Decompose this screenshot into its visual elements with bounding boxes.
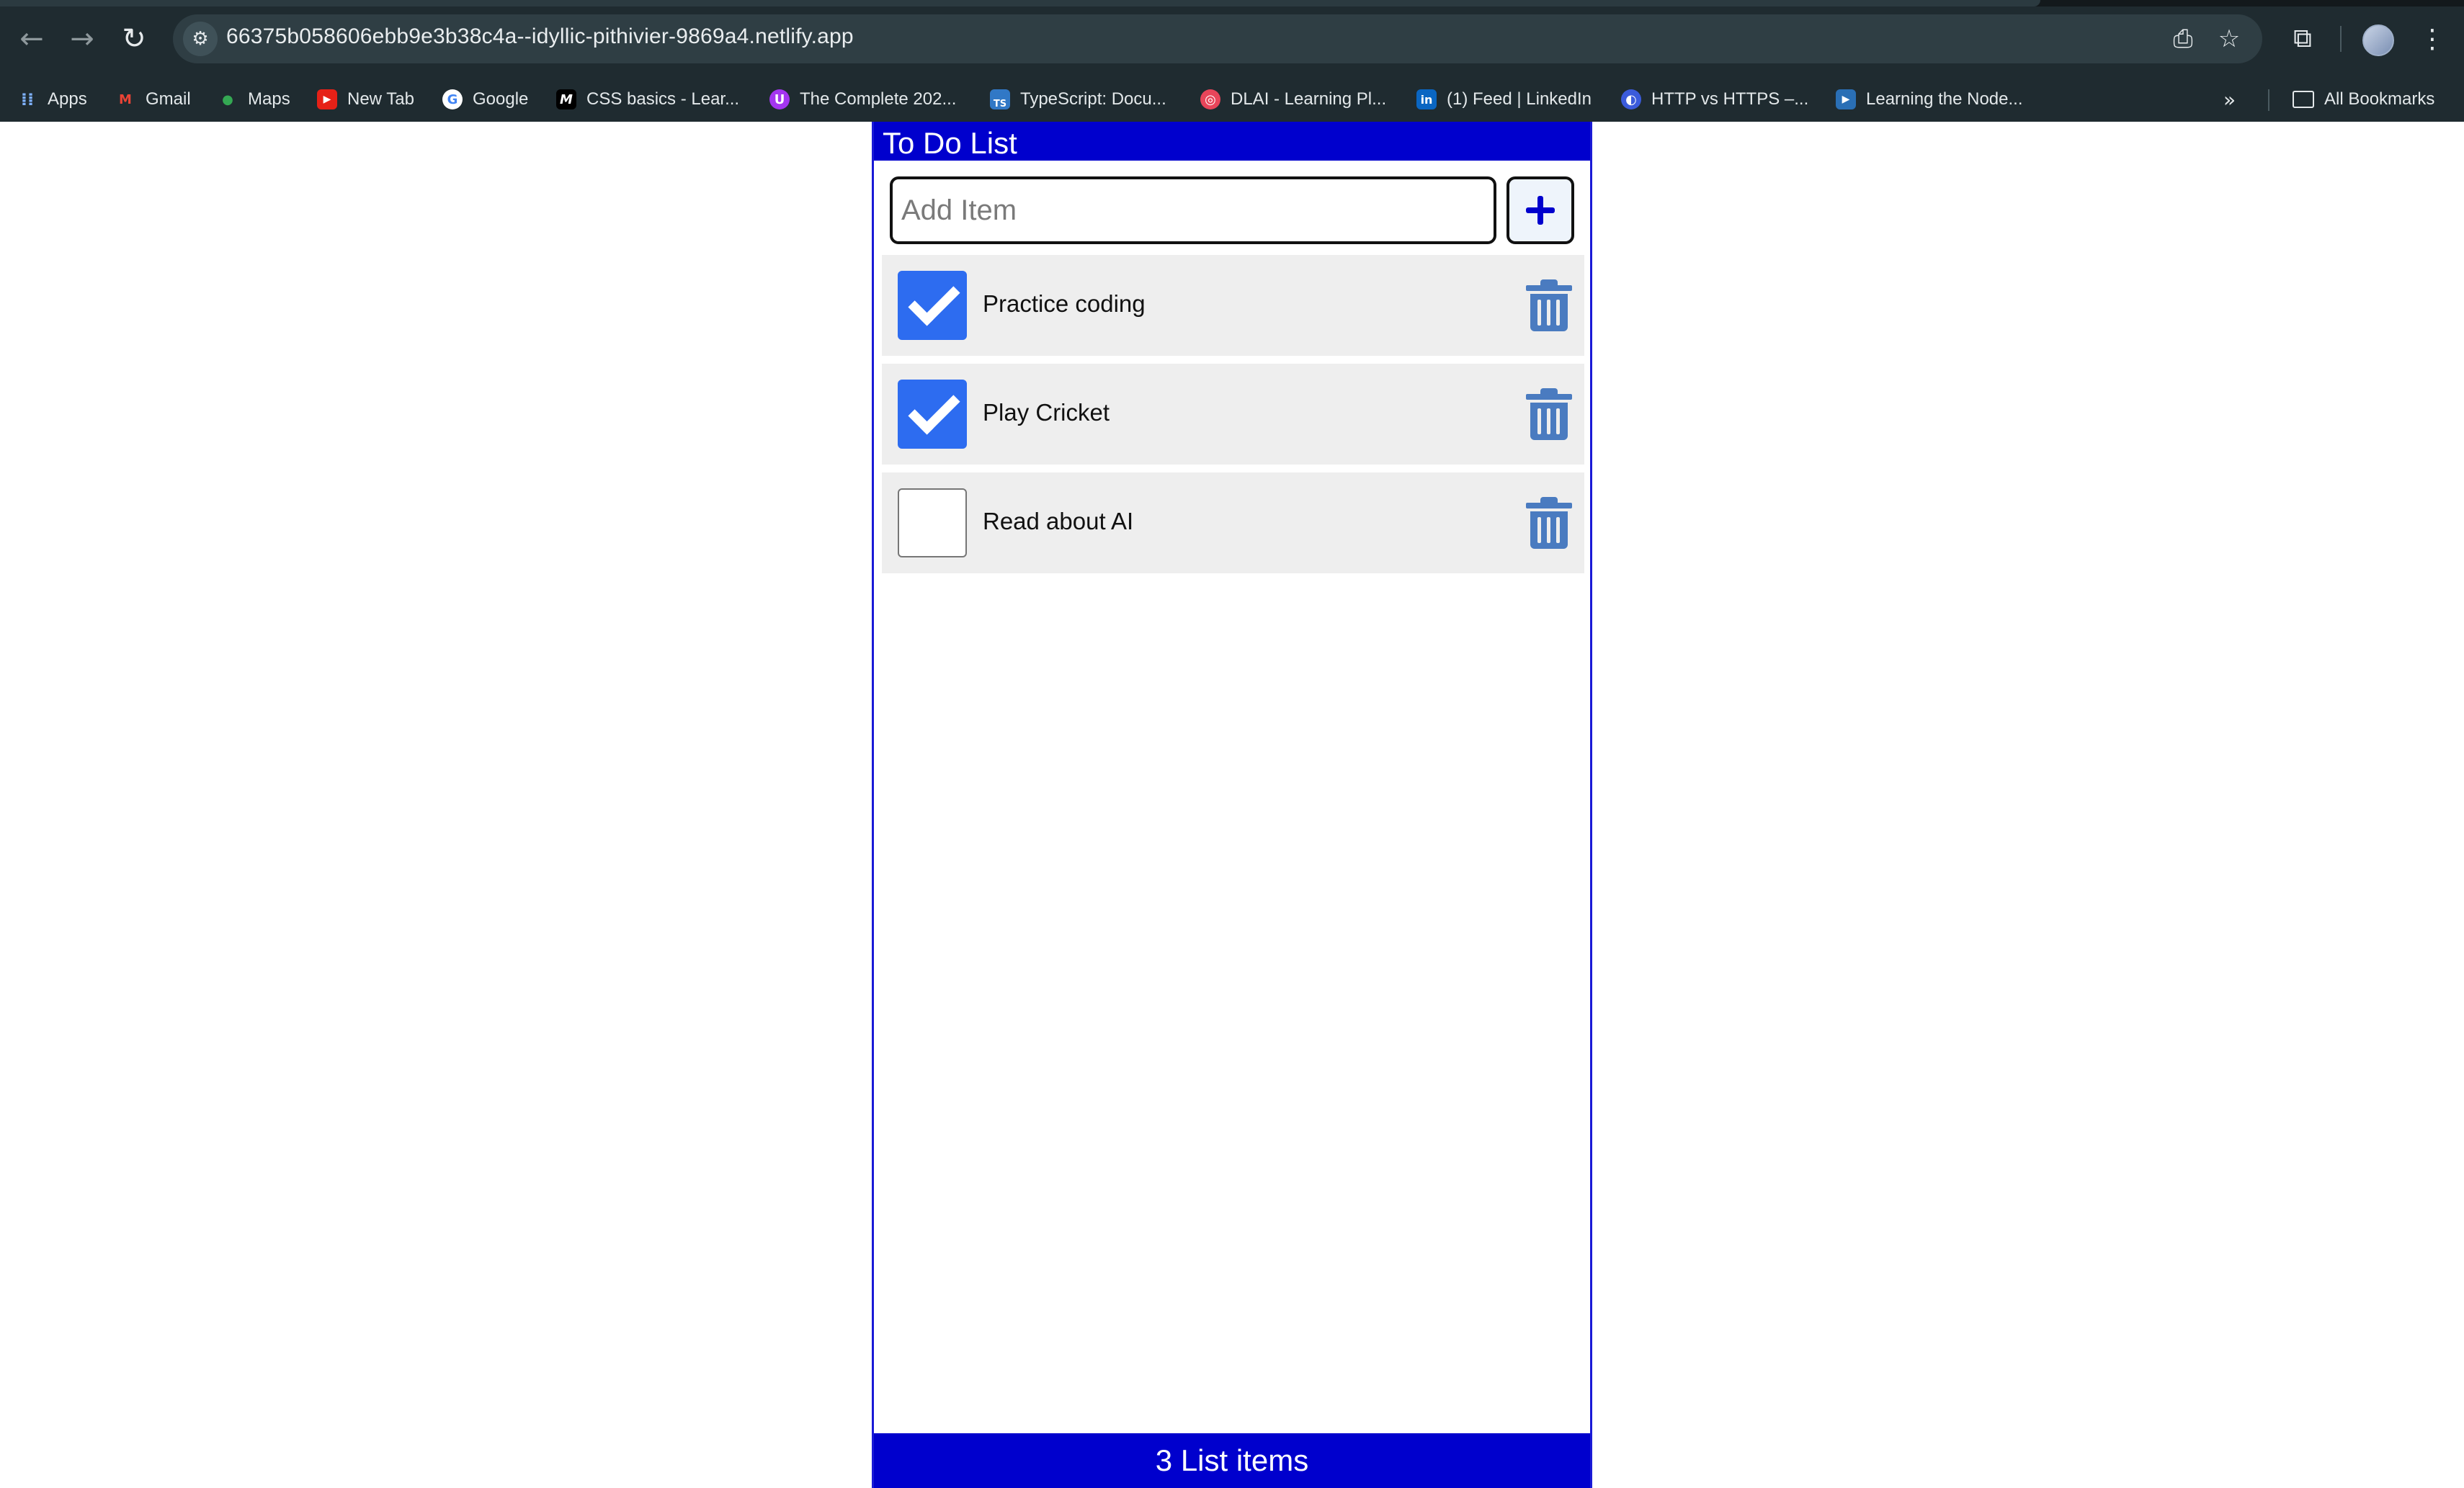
back-button[interactable]: ← — [13, 20, 50, 58]
puzzle-icon: ⧉ — [2293, 24, 2312, 53]
gmail-icon: M — [119, 91, 132, 107]
folder-icon — [2293, 91, 2314, 108]
google-icon: G — [442, 89, 463, 109]
profile-avatar[interactable] — [2362, 24, 2394, 56]
trash-icon[interactable] — [1526, 497, 1572, 549]
bookmarks-bar: ⁞⁞ Apps M Gmail ● Maps ▶ New Tab G Googl… — [0, 77, 2464, 122]
bookmark-dlai[interactable]: ◎ DLAI - Learning Pl... — [1200, 84, 1386, 115]
active-tab[interactable] — [0, 0, 2040, 6]
apps-grid-icon: ⁞⁞ — [20, 89, 35, 109]
globe-icon: ◐ — [1621, 89, 1641, 109]
bookmark-label: DLAI - Learning Pl... — [1231, 89, 1387, 109]
browser-menu-button[interactable]: ⋮ — [2414, 20, 2451, 58]
bookmark-label: New Tab — [347, 89, 414, 109]
add-item-button[interactable] — [1506, 176, 1574, 244]
youtube-icon: ▶ — [317, 89, 337, 109]
bookmark-label: Learning the Node... — [1866, 89, 2023, 109]
item-checkbox[interactable] — [898, 271, 967, 340]
item-label[interactable]: Read about AI — [983, 508, 1133, 535]
bookmark-label: The Complete 202... — [800, 89, 957, 109]
udemy-icon: U — [769, 89, 790, 109]
plus-icon — [1526, 196, 1555, 225]
add-item-input[interactable] — [890, 176, 1496, 244]
all-bookmarks-label: All Bookmarks — [2324, 89, 2435, 109]
bookmark-linkedin[interactable]: in (1) Feed | LinkedIn — [1416, 84, 1592, 115]
page-title: To Do List — [883, 126, 1017, 160]
dlai-icon: ◎ — [1200, 89, 1220, 109]
trash-icon[interactable] — [1526, 279, 1572, 331]
list-item: Play Cricket — [882, 364, 1584, 465]
bookmark-udemy[interactable]: U The Complete 202... — [769, 84, 956, 115]
bookmark-learning-node[interactable]: ▶ Learning the Node... — [1836, 84, 2023, 115]
arrow-right-icon: → — [70, 22, 94, 55]
bookmarks-divider — [2268, 89, 2269, 111]
todo-app: To Do List Practice coding Play Cricket — [872, 122, 1592, 1488]
bookmark-apps[interactable]: ⁞⁞ Apps — [17, 84, 87, 115]
bookmark-label: HTTP vs HTTPS –... — [1651, 89, 1809, 109]
bookmark-new-tab[interactable]: ▶ New Tab — [317, 84, 414, 115]
item-checkbox[interactable] — [898, 380, 967, 449]
bookmark-star-button[interactable]: ☆ — [2212, 22, 2246, 56]
arrow-left-icon: ← — [19, 22, 44, 55]
site-info-button[interactable]: ⚙ — [183, 22, 218, 56]
extensions-button[interactable]: ⧉ — [2284, 20, 2321, 58]
bookmark-css-basics[interactable]: M CSS basics - Lear... — [556, 84, 739, 115]
item-label[interactable]: Play Cricket — [983, 399, 1110, 426]
bookmark-google[interactable]: G Google — [442, 84, 528, 115]
app-header: To Do List — [874, 122, 1590, 161]
app-footer: 3 List items — [874, 1433, 1590, 1488]
todo-list: Practice coding Play Cricket Read about … — [882, 255, 1584, 581]
add-item-form — [890, 176, 1574, 244]
toolbar-divider — [2340, 26, 2342, 52]
tab-strip — [0, 0, 2464, 6]
item-count: 3 List items — [1155, 1443, 1309, 1477]
star-icon: ☆ — [2218, 24, 2241, 53]
address-bar[interactable]: ⚙ 66375b058606ebb9e3b38c4a--idyllic-pith… — [173, 14, 2262, 63]
install-icon: ⎙ — [2173, 24, 2193, 53]
tune-icon: ⚙ — [192, 28, 209, 50]
video-icon: ▶ — [1836, 89, 1856, 109]
trash-icon[interactable] — [1526, 388, 1572, 440]
url-text[interactable]: 66375b058606ebb9e3b38c4a--idyllic-pithiv… — [226, 24, 854, 49]
bookmark-label: Maps — [248, 89, 290, 109]
bookmark-label: TypeScript: Docu... — [1020, 89, 1166, 109]
mdn-icon: M — [556, 89, 576, 109]
more-bookmarks-button[interactable]: » — [2223, 84, 2236, 115]
all-bookmarks-button[interactable]: All Bookmarks — [2293, 84, 2434, 115]
bookmark-label: CSS basics - Lear... — [586, 89, 740, 109]
reload-icon: ↻ — [122, 22, 146, 55]
bookmark-maps[interactable]: ● Maps — [218, 84, 290, 115]
bookmark-http-https[interactable]: ◐ HTTP vs HTTPS –... — [1621, 84, 1808, 115]
reload-button[interactable]: ↻ — [115, 20, 153, 58]
item-label[interactable]: Practice coding — [983, 290, 1146, 318]
list-item: Read about AI — [882, 472, 1584, 573]
kebab-menu-icon: ⋮ — [2419, 24, 2445, 54]
chevron-double-right-icon: » — [2223, 87, 2236, 112]
bookmark-typescript[interactable]: TS TypeScript: Docu... — [990, 84, 1166, 115]
bookmark-label: (1) Feed | LinkedIn — [1447, 89, 1592, 109]
bookmark-label: Gmail — [146, 89, 191, 109]
browser-toolbar: ← → ↻ ⚙ 66375b058606ebb9e3b38c4a--idylli… — [0, 0, 2464, 77]
maps-pin-icon: ● — [222, 91, 233, 107]
bookmark-gmail[interactable]: M Gmail — [115, 84, 191, 115]
bookmark-label: Google — [473, 89, 529, 109]
item-checkbox[interactable] — [898, 488, 967, 557]
forward-button[interactable]: → — [63, 20, 101, 58]
install-app-button[interactable]: ⎙ — [2166, 22, 2200, 56]
typescript-icon: TS — [990, 89, 1010, 109]
bookmark-label: Apps — [48, 89, 87, 109]
list-item: Practice coding — [882, 255, 1584, 356]
linkedin-icon: in — [1416, 89, 1437, 109]
